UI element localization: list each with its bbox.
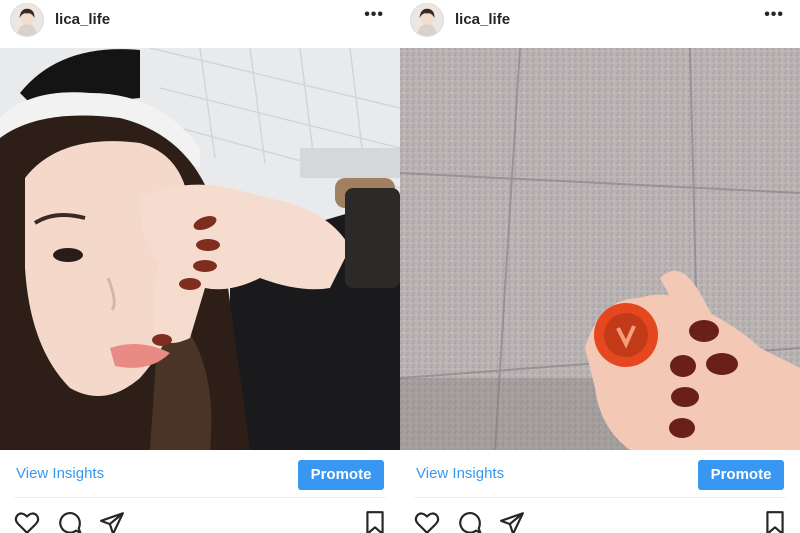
promote-button[interactable]: Promote — [698, 460, 784, 490]
action-bar — [0, 507, 400, 533]
avatar[interactable] — [410, 3, 444, 37]
divider — [414, 497, 786, 498]
divider — [14, 497, 386, 498]
avatar[interactable] — [10, 3, 44, 37]
more-options-icon[interactable]: ••• — [764, 6, 784, 24]
view-insights-link[interactable]: View Insights — [16, 465, 104, 482]
post-photo[interactable] — [0, 48, 400, 450]
share-icon[interactable] — [99, 510, 125, 533]
share-icon[interactable] — [499, 510, 525, 533]
view-insights-link[interactable]: View Insights — [416, 465, 504, 482]
promote-button[interactable]: Promote — [298, 460, 384, 490]
comment-icon[interactable] — [57, 510, 83, 533]
heart-icon[interactable] — [14, 510, 40, 533]
post-header: lica_life ••• — [0, 0, 400, 47]
insights-bar: View Insights Promote — [400, 451, 800, 497]
post-photo[interactable] — [400, 48, 800, 450]
bookmark-icon[interactable] — [762, 510, 788, 533]
post-right: lica_life ••• View Insights Promote — [400, 0, 800, 533]
heart-icon[interactable] — [414, 510, 440, 533]
comment-icon[interactable] — [457, 510, 483, 533]
more-options-icon[interactable]: ••• — [364, 6, 384, 24]
post-header: lica_life ••• — [400, 0, 800, 47]
action-bar — [400, 507, 800, 533]
post-left: lica_life ••• View Insights Promote — [0, 0, 400, 533]
bookmark-icon[interactable] — [362, 510, 388, 533]
username[interactable]: lica_life — [55, 11, 110, 28]
username[interactable]: lica_life — [455, 11, 510, 28]
insights-bar: View Insights Promote — [0, 451, 400, 497]
